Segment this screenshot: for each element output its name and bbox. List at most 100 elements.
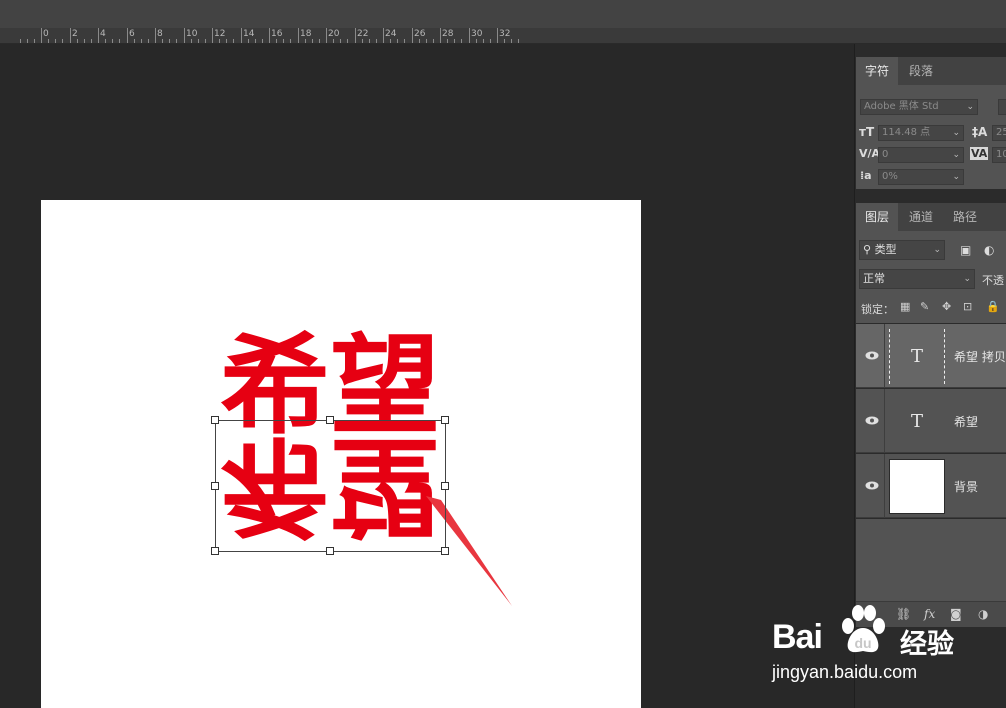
chevron-down-icon: ⌄ — [952, 128, 960, 138]
tracking-input[interactable]: 10 — [992, 147, 1006, 163]
lock-artboard-icon[interactable]: ⊡ — [963, 300, 972, 313]
transform-handle-tm[interactable] — [326, 416, 334, 424]
ruler-tick — [212, 28, 213, 43]
ruler-tick — [312, 39, 313, 43]
tab-paragraph[interactable]: 段落 — [900, 57, 942, 85]
tab-channels[interactable]: 通道 — [900, 203, 942, 231]
ruler-tick — [440, 28, 441, 43]
transform-handle-bl[interactable] — [211, 547, 219, 555]
watermark-brand: Bai — [772, 618, 823, 656]
eye-icon[interactable] — [865, 351, 879, 360]
kerning-input[interactable]: 0 ⌄ — [878, 147, 964, 163]
tab-paths[interactable]: 路径 — [944, 203, 986, 231]
lock-pixels-icon[interactable]: ✎ — [920, 300, 929, 313]
ruler-tick — [70, 28, 71, 43]
chevron-down-icon: ⌄ — [966, 102, 974, 112]
ruler-label: 16 — [271, 29, 283, 39]
lock-position-icon[interactable]: ✥ — [942, 300, 951, 313]
search-icon: ⚲ — [863, 243, 875, 256]
layer-row[interactable]: 背景 — [856, 454, 1006, 518]
ruler-tick — [127, 28, 128, 43]
text-layer-thumbnail: T — [910, 411, 923, 432]
transform-handle-tl[interactable] — [211, 416, 219, 424]
ruler-label: 2 — [72, 29, 78, 39]
tab-layers[interactable]: 图层 — [856, 203, 899, 231]
layer-divider — [884, 324, 885, 388]
layer-name[interactable]: 背景 — [954, 478, 978, 495]
ruler-tick — [419, 39, 420, 43]
ruler-tick — [490, 39, 491, 43]
ruler-label: 6 — [129, 29, 135, 39]
ruler-tick — [91, 39, 92, 43]
ruler-label: 18 — [300, 29, 312, 39]
transform-bounding-box[interactable] — [215, 420, 446, 552]
eye-icon[interactable] — [865, 481, 879, 490]
ruler-tick — [511, 39, 512, 43]
font-size-input[interactable]: 114.48 点 ⌄ — [878, 125, 964, 141]
layers-panel-controls: ⚲ 类型 ⌄ ▣ ◐ 正常 ⌄ 不透 锁定： ▦ ✎ ✥ ⊡ 🔒 — [856, 231, 1006, 323]
ruler-tick — [461, 39, 462, 43]
character-panel: Adobe 黑体 Std⌄ ᴛT 114.48 点⌄ ‡A 25 V/A 0⌄ … — [856, 85, 1006, 189]
eye-icon[interactable] — [865, 416, 879, 425]
layer-name[interactable]: 希望 — [954, 413, 978, 430]
tracking-value: 10 — [996, 149, 1006, 160]
ruler-label: 22 — [357, 29, 369, 39]
transform-handle-mr[interactable] — [441, 482, 449, 490]
ruler-tick — [262, 39, 263, 43]
ruler-tick — [155, 28, 156, 43]
ruler-tick — [497, 28, 498, 43]
ruler-tick — [34, 39, 35, 43]
ruler-tick — [27, 39, 28, 43]
ruler-tick — [98, 28, 99, 43]
tracking-icon: VA — [970, 147, 989, 160]
layer-filter-value: 类型 — [874, 243, 897, 256]
blend-mode-select[interactable]: 正常 ⌄ — [859, 269, 975, 289]
ruler-label: 0 — [43, 29, 49, 39]
lock-transparent-icon[interactable]: ▦ — [900, 300, 910, 313]
ruler-label: 30 — [471, 29, 483, 39]
ruler-tick — [219, 39, 220, 43]
layer-row[interactable]: T 希望 — [856, 389, 1006, 453]
ruler-tick — [20, 39, 21, 43]
ruler-tick — [404, 39, 405, 43]
layer-name[interactable]: 希望 拷贝 — [954, 348, 1006, 365]
adjustment-filter-icon[interactable]: ◐ — [984, 243, 994, 257]
ruler-tick — [169, 39, 170, 43]
ruler-label: 8 — [157, 29, 163, 39]
ruler-tick — [362, 39, 363, 43]
ruler-tick — [105, 39, 106, 43]
ruler-tick — [504, 39, 505, 43]
ruler-tick — [148, 39, 149, 43]
tsume-input[interactable]: 0% ⌄ — [878, 169, 964, 185]
transform-handle-bm[interactable] — [326, 547, 334, 555]
transform-handle-tr[interactable] — [441, 416, 449, 424]
font-family-value: Adobe 黑体 Std — [864, 101, 939, 112]
ruler-tick — [476, 39, 477, 43]
ruler-tick — [112, 39, 113, 43]
ruler-tick — [426, 39, 427, 43]
text-layer-thumbnail: T — [889, 329, 945, 384]
ruler-tick — [255, 39, 256, 43]
layer-row[interactable]: T 希望 拷贝 — [856, 324, 1006, 388]
blend-mode-value: 正常 — [863, 272, 885, 285]
tab-character[interactable]: 字符 — [856, 57, 899, 85]
horizontal-ruler[interactable]: 0 2 4 6 8 10 12 14 16 18 20 22 24 26 28 30 32 — [0, 28, 1006, 44]
ruler-tick — [269, 28, 270, 43]
ruler-tick — [283, 39, 284, 43]
ruler-tick — [347, 39, 348, 43]
image-filter-icon[interactable]: ▣ — [960, 243, 971, 257]
lock-all-icon[interactable]: 🔒 — [986, 300, 1000, 313]
font-family-select[interactable]: Adobe 黑体 Std ⌄ — [860, 99, 978, 115]
ruler-tick — [48, 39, 49, 43]
layer-filter-select[interactable]: ⚲ 类型 ⌄ — [859, 240, 945, 260]
leading-value: 25 — [996, 127, 1006, 138]
leading-input[interactable]: 25 — [992, 125, 1006, 141]
ruler-tick — [84, 39, 85, 43]
transform-handle-ml[interactable] — [211, 482, 219, 490]
ruler-tick — [191, 39, 192, 43]
ruler-tick — [369, 39, 370, 43]
transform-handle-br[interactable] — [441, 547, 449, 555]
font-style-select[interactable] — [998, 99, 1006, 115]
ruler-tick — [162, 39, 163, 43]
ruler-tick — [276, 39, 277, 43]
